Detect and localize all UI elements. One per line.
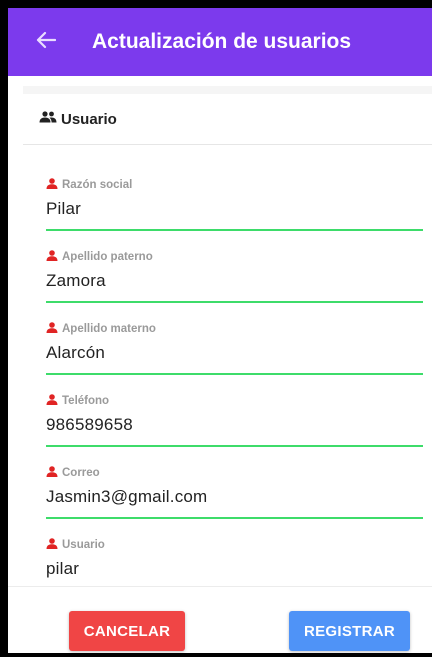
page-edge — [432, 0, 440, 657]
person-icon — [46, 466, 62, 480]
field-label: Usuario — [62, 539, 105, 551]
field-label: Apellido paterno — [62, 251, 153, 263]
field-value[interactable]: Jasmin3@gmail.com — [46, 487, 423, 509]
field-correo[interactable]: Correo Jasmin3@gmail.com — [46, 465, 423, 519]
field-apellido-materno[interactable]: Apellido materno Alarcón — [46, 321, 423, 375]
person-icon — [46, 322, 62, 336]
field-value[interactable]: pilar — [46, 559, 423, 581]
field-label: Correo — [62, 467, 100, 479]
people-icon — [39, 110, 57, 128]
field-razon-social[interactable]: Razón social Pilar — [46, 177, 423, 231]
field-telefono[interactable]: Teléfono 986589658 — [46, 393, 423, 447]
field-underline — [46, 517, 423, 519]
field-underline — [46, 301, 423, 303]
section-header: Usuario — [23, 94, 440, 145]
page-title: Actualización de usuarios — [92, 30, 352, 53]
person-icon — [46, 394, 62, 408]
field-label: Razón social — [62, 179, 133, 191]
field-value[interactable]: Zamora — [46, 271, 423, 293]
field-underline — [46, 229, 423, 231]
field-label: Teléfono — [62, 395, 110, 407]
app-bar: Actualización de usuarios — [8, 8, 440, 76]
cancel-button[interactable]: CANCELAR — [69, 611, 185, 651]
field-value[interactable]: 986589658 — [46, 415, 423, 437]
back-button[interactable] — [18, 8, 74, 76]
register-button[interactable]: REGISTRAR — [289, 611, 410, 651]
field-underline — [46, 373, 423, 375]
field-apellido-paterno[interactable]: Apellido paterno Zamora — [46, 249, 423, 303]
action-bar: CANCELAR REGISTRAR — [8, 586, 440, 653]
field-label: Apellido materno — [62, 323, 156, 335]
person-icon — [46, 250, 62, 264]
form-scroll-area[interactable]: Usuario Razón social Pilar Apellido pate… — [8, 76, 440, 586]
field-usuario[interactable]: Usuario pilar — [46, 537, 423, 586]
field-underline — [46, 445, 423, 447]
person-icon — [46, 178, 62, 192]
arrow-left-icon — [36, 31, 57, 54]
app-frame: Actualización de usuarios Usuario Razón … — [0, 0, 440, 657]
field-value[interactable]: Pilar — [46, 199, 423, 221]
field-value[interactable]: Alarcón — [46, 343, 423, 365]
section-title: Usuario — [61, 110, 117, 128]
person-icon — [46, 538, 62, 552]
